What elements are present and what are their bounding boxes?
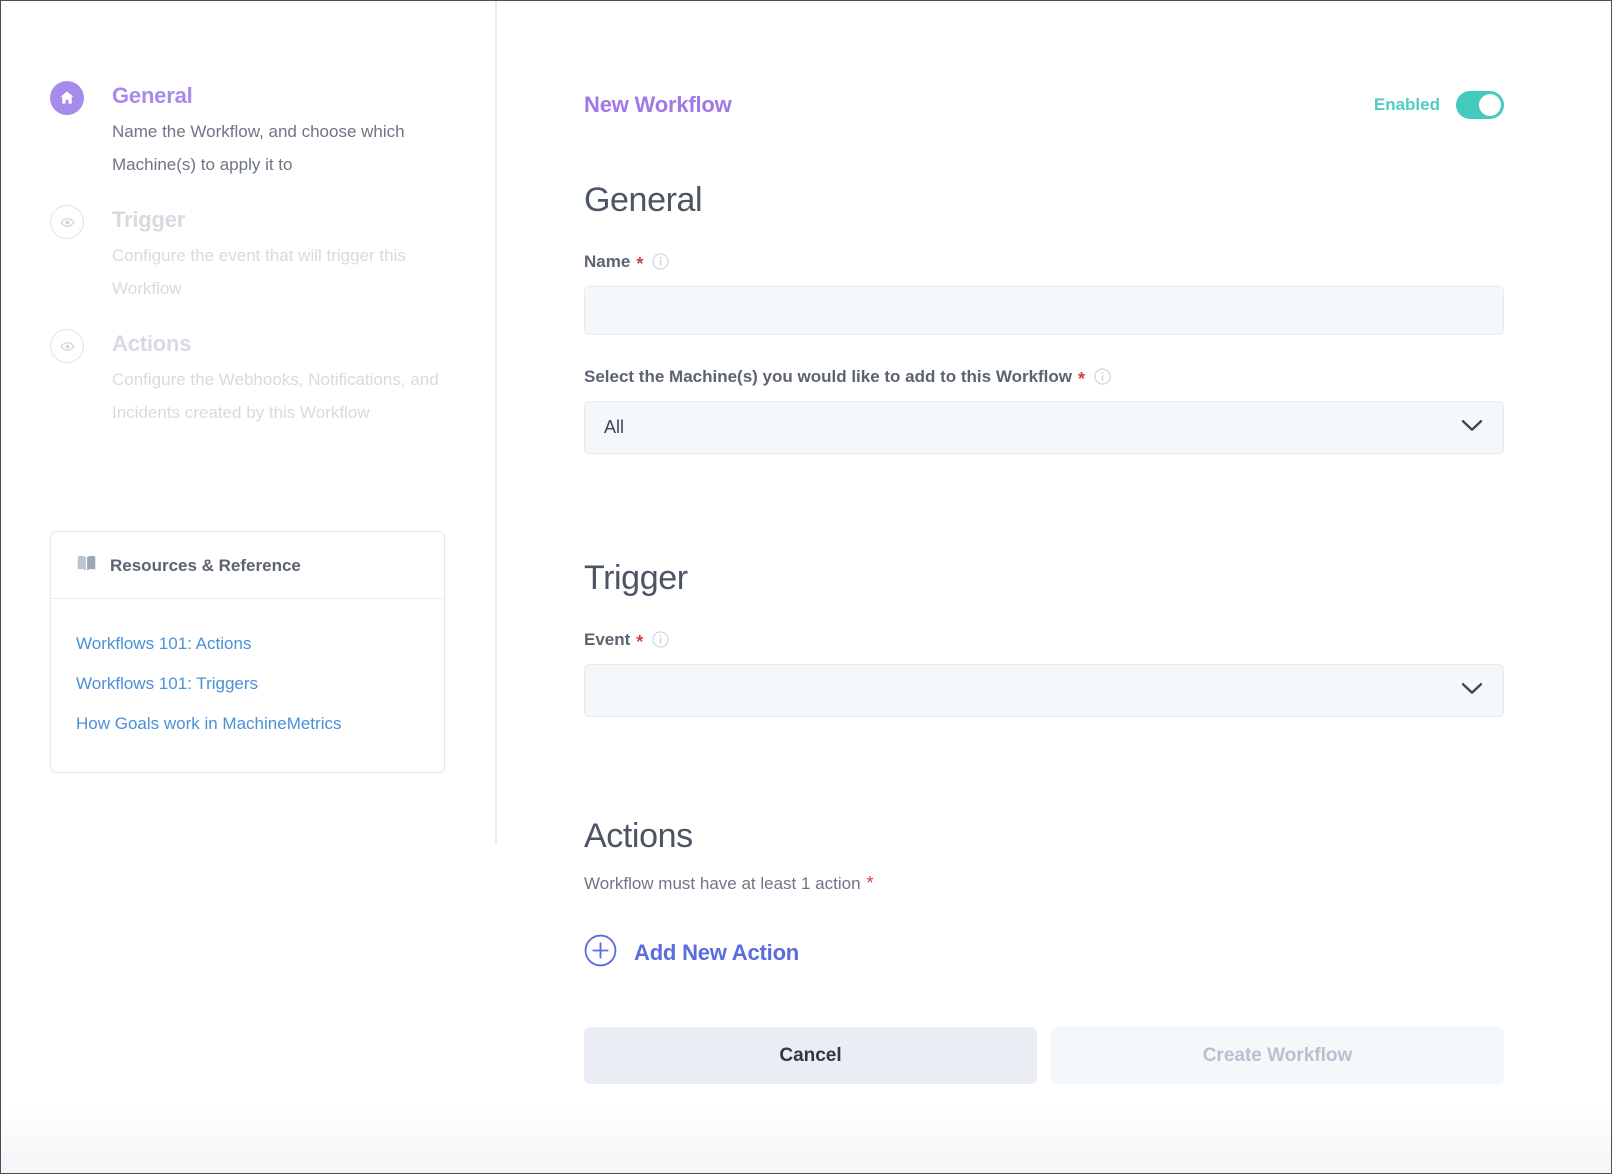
workflow-header: New Workflow Enabled [584, 1, 1504, 119]
event-label-text: Event [584, 630, 631, 649]
resources-card-header: Resources & Reference [51, 532, 444, 599]
resources-card-title: Resources & Reference [110, 555, 301, 575]
sidebar-step-description: Configure the event that will trigger th… [112, 246, 406, 298]
enabled-toggle-label: Enabled [1373, 95, 1440, 114]
page-title: New Workflow [584, 92, 732, 117]
actions-note-text: Workflow must have at least 1 action [584, 874, 861, 893]
sidebar-step-description: Name the Workflow, and choose which Mach… [112, 122, 405, 174]
cancel-button[interactable]: Cancel [584, 1027, 1037, 1084]
machines-select[interactable]: All [584, 401, 1504, 454]
eye-icon [50, 205, 84, 239]
machines-label-text: Select the Machine(s) you would like to … [584, 367, 1073, 386]
chevron-down-icon [1461, 419, 1483, 437]
plus-circle-icon [584, 934, 617, 972]
eye-icon [50, 329, 84, 363]
machines-select-value: All [604, 417, 625, 437]
required-marker: * [636, 254, 644, 274]
workflow-editor-screen: General Name the Workflow, and choose wh… [0, 0, 1612, 1174]
required-marker: * [866, 873, 874, 893]
add-new-action-label: Add New Action [634, 940, 800, 965]
resources-card: Resources & Reference Workflows 101: Act… [50, 531, 445, 773]
sidebar-step-general[interactable]: General Name the Workflow, and choose wh… [50, 79, 460, 181]
resource-link[interactable]: Workflows 101: Actions [76, 624, 444, 664]
resource-link[interactable]: How Goals work in MachineMetrics [76, 704, 444, 744]
event-select[interactable] [584, 664, 1504, 717]
enabled-toggle[interactable]: Enabled [1374, 91, 1504, 119]
create-workflow-button[interactable]: Create Workflow [1051, 1027, 1504, 1084]
book-icon [76, 554, 97, 577]
name-field-group: Name * [584, 252, 1504, 335]
resources-link-list: Workflows 101: Actions Workflows 101: Tr… [51, 599, 444, 772]
name-input[interactable] [584, 286, 1504, 335]
main-content: New Workflow Enabled General Name * Sele… [496, 1, 1611, 1173]
resource-link[interactable]: Workflows 101: Triggers [76, 664, 444, 704]
sidebar-step-title: Actions [112, 331, 192, 356]
sidebar-step-title: General [112, 83, 193, 108]
sidebar-step-trigger[interactable]: Trigger Configure the event that will tr… [50, 203, 460, 305]
section-heading-actions: Actions [584, 817, 693, 855]
machines-field-label: Select the Machine(s) you would like to … [584, 367, 1504, 389]
required-marker: * [1078, 369, 1086, 389]
name-label-text: Name [584, 252, 631, 271]
machines-field-group: Select the Machine(s) you would like to … [584, 367, 1504, 454]
home-icon [50, 81, 84, 115]
add-new-action-button[interactable]: Add New Action [584, 934, 799, 972]
event-field-group: Event * [584, 630, 1504, 717]
step-list: General Name the Workflow, and choose wh… [50, 79, 460, 443]
event-field-label: Event * [584, 630, 1504, 652]
name-field-label: Name * [584, 252, 1504, 274]
toggle-switch[interactable] [1456, 91, 1504, 119]
info-icon[interactable] [652, 252, 669, 270]
sidebar-step-description: Configure the Webhooks, Notifications, a… [112, 370, 439, 422]
form-footer: Cancel Create Workflow [584, 1027, 1504, 1084]
actions-requirement-note: Workflow must have at least 1 action * [584, 874, 1504, 894]
info-icon[interactable] [652, 630, 669, 648]
toggle-knob [1479, 94, 1501, 116]
chevron-down-icon [1461, 682, 1483, 700]
sidebar-step-actions[interactable]: Actions Configure the Webhooks, Notifica… [50, 327, 460, 429]
sidebar-step-title: Trigger [112, 207, 186, 232]
info-icon[interactable] [1094, 367, 1111, 385]
section-heading-trigger: Trigger [584, 559, 688, 597]
required-marker: * [636, 632, 644, 652]
sidebar: General Name the Workflow, and choose wh… [1, 1, 496, 1173]
section-heading-general: General [584, 181, 703, 219]
